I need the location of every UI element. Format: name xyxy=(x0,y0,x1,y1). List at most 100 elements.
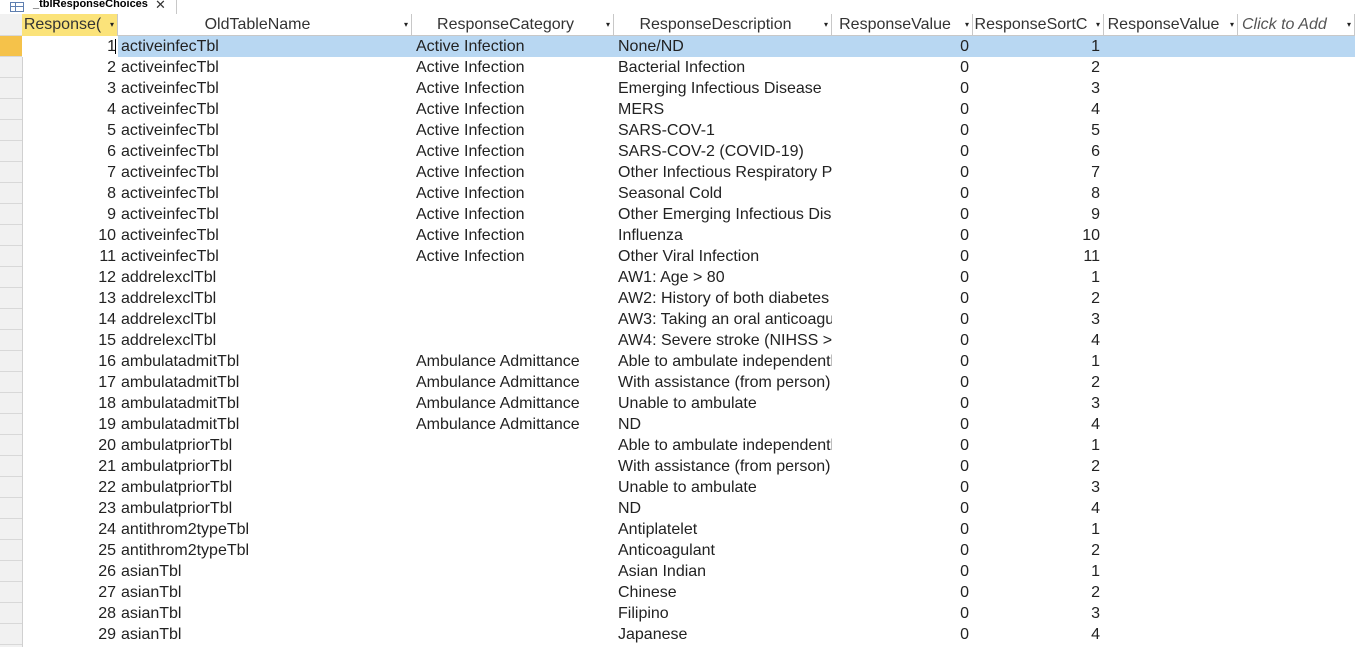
cell-response-value[interactable]: 0 xyxy=(832,78,973,99)
cell-response-value[interactable]: 0 xyxy=(832,561,973,582)
cell-response-value[interactable]: 0 xyxy=(832,120,973,141)
cell-response-category[interactable] xyxy=(412,288,614,309)
cell-response-description[interactable]: Other Viral Infection xyxy=(614,246,832,267)
column-header-response-id[interactable]: Response( ▾ xyxy=(22,14,118,36)
cell-response-description[interactable]: Bacterial Infection xyxy=(614,57,832,78)
cell-click-to-add[interactable] xyxy=(1238,561,1355,582)
record-selector[interactable] xyxy=(0,120,22,141)
cell-response-description[interactable]: Influenza xyxy=(614,225,832,246)
cell-response-category[interactable] xyxy=(412,498,614,519)
cell-response-category[interactable] xyxy=(412,309,614,330)
table-row[interactable]: 27 asianTbl Chinese 0 2 xyxy=(22,582,1355,603)
cell-response-id[interactable]: 12 xyxy=(22,267,118,288)
cell-click-to-add[interactable] xyxy=(1238,162,1355,183)
cell-response-id[interactable]: 13 xyxy=(22,288,118,309)
cell-response-value-type[interactable] xyxy=(1104,330,1238,351)
cell-response-id[interactable]: 5 xyxy=(22,120,118,141)
cell-old-table-name[interactable]: activeinfecTbl xyxy=(118,225,412,246)
cell-old-table-name[interactable]: asianTbl xyxy=(118,561,412,582)
cell-response-sort[interactable]: 3 xyxy=(973,393,1104,414)
cell-old-table-name[interactable]: activeinfecTbl xyxy=(118,99,412,120)
cell-response-description[interactable]: With assistance (from person) xyxy=(614,372,832,393)
cell-response-description[interactable]: MERS xyxy=(614,99,832,120)
cell-response-value[interactable]: 0 xyxy=(832,519,973,540)
cell-response-value[interactable]: 0 xyxy=(832,57,973,78)
cell-response-value-type[interactable] xyxy=(1104,414,1238,435)
chevron-down-icon[interactable]: ▾ xyxy=(1096,14,1100,36)
record-selector[interactable] xyxy=(0,183,22,204)
cell-response-value-type[interactable] xyxy=(1104,225,1238,246)
cell-response-value-type[interactable] xyxy=(1104,582,1238,603)
cell-response-description[interactable]: Able to ambulate independentl xyxy=(614,351,832,372)
cell-click-to-add[interactable] xyxy=(1238,582,1355,603)
cell-response-value-type[interactable] xyxy=(1104,36,1238,57)
cell-click-to-add[interactable] xyxy=(1238,330,1355,351)
cell-response-sort[interactable]: 2 xyxy=(973,540,1104,561)
table-row[interactable]: 29 asianTbl Japanese 0 4 xyxy=(22,624,1355,645)
cell-response-value-type[interactable] xyxy=(1104,120,1238,141)
cell-old-table-name[interactable]: ambulatpriorTbl xyxy=(118,456,412,477)
record-selector[interactable] xyxy=(0,561,22,582)
record-selector[interactable] xyxy=(0,372,22,393)
table-row[interactable]: 21 ambulatpriorTbl With assistance (from p… xyxy=(22,456,1355,477)
cell-response-value-type[interactable] xyxy=(1104,498,1238,519)
cell-click-to-add[interactable] xyxy=(1238,120,1355,141)
cell-response-sort[interactable]: 4 xyxy=(973,624,1104,645)
cell-click-to-add[interactable] xyxy=(1238,183,1355,204)
cell-response-category[interactable]: Active Infection xyxy=(412,183,614,204)
cell-response-id[interactable]: 10 xyxy=(22,225,118,246)
cell-response-value-type[interactable] xyxy=(1104,288,1238,309)
chevron-down-icon[interactable]: ▾ xyxy=(965,14,969,36)
cell-response-category[interactable]: Active Infection xyxy=(412,204,614,225)
cell-response-value[interactable]: 0 xyxy=(832,414,973,435)
cell-response-id[interactable]: 3 xyxy=(22,78,118,99)
record-selector[interactable] xyxy=(0,246,22,267)
cell-old-table-name[interactable]: activeinfecTbl xyxy=(118,120,412,141)
column-header-old-table-name[interactable]: OldTableName ▾ xyxy=(118,14,412,36)
record-selector[interactable] xyxy=(0,330,22,351)
cell-response-description[interactable]: SARS-COV-1 xyxy=(614,120,832,141)
cell-response-category[interactable]: Active Infection xyxy=(412,120,614,141)
cell-response-category[interactable]: Active Infection xyxy=(412,99,614,120)
cell-response-id[interactable]: 27 xyxy=(22,582,118,603)
cell-response-value-type[interactable] xyxy=(1104,78,1238,99)
column-header-response-value-type[interactable]: ResponseValue ▾ xyxy=(1104,14,1238,36)
column-header-response-sort[interactable]: ResponseSortC ▾ xyxy=(973,14,1104,36)
cell-click-to-add[interactable] xyxy=(1238,540,1355,561)
cell-response-id[interactable]: 22 xyxy=(22,477,118,498)
cell-old-table-name[interactable]: antithrom2typeTbl xyxy=(118,519,412,540)
cell-response-value-type[interactable] xyxy=(1104,477,1238,498)
cell-click-to-add[interactable] xyxy=(1238,372,1355,393)
record-selector[interactable] xyxy=(0,519,22,540)
cell-response-value-type[interactable] xyxy=(1104,99,1238,120)
cell-response-id[interactable]: 8 xyxy=(22,183,118,204)
record-selector[interactable] xyxy=(0,456,22,477)
cell-old-table-name[interactable]: activeinfecTbl xyxy=(118,162,412,183)
cell-response-description[interactable]: ND xyxy=(614,414,832,435)
table-row[interactable]: 11 activeinfecTbl Active Infection Other Vi… xyxy=(22,246,1355,267)
record-selector[interactable] xyxy=(0,57,22,78)
cell-old-table-name[interactable]: ambulatadmitTbl xyxy=(118,393,412,414)
close-icon[interactable]: ✕ xyxy=(155,0,166,12)
cell-click-to-add[interactable] xyxy=(1238,99,1355,120)
cell-response-sort[interactable]: 3 xyxy=(973,309,1104,330)
cell-response-category[interactable]: Active Infection xyxy=(412,36,614,57)
cell-response-id[interactable]: 14 xyxy=(22,309,118,330)
cell-response-sort[interactable]: 7 xyxy=(973,162,1104,183)
cell-old-table-name[interactable]: ambulatadmitTbl xyxy=(118,351,412,372)
cell-response-value[interactable]: 0 xyxy=(832,393,973,414)
cell-click-to-add[interactable] xyxy=(1238,393,1355,414)
table-row[interactable]: 3 activeinfecTbl Active Infection Emerging … xyxy=(22,78,1355,99)
record-selector[interactable] xyxy=(0,78,22,99)
cell-response-category[interactable]: Ambulance Admittance xyxy=(412,372,614,393)
cell-old-table-name[interactable]: ambulatpriorTbl xyxy=(118,477,412,498)
cell-response-sort[interactable]: 1 xyxy=(973,519,1104,540)
column-header-response-category[interactable]: ResponseCategory ▾ xyxy=(412,14,614,36)
record-selector[interactable] xyxy=(0,435,22,456)
cell-response-id[interactable]: 2 xyxy=(22,57,118,78)
cell-response-id[interactable]: 18 xyxy=(22,393,118,414)
cell-response-sort[interactable]: 4 xyxy=(973,99,1104,120)
table-row[interactable]: 19 ambulatadmitTbl Ambulance Admittance ND 0… xyxy=(22,414,1355,435)
cell-response-value[interactable]: 0 xyxy=(832,498,973,519)
cell-response-sort[interactable]: 3 xyxy=(973,603,1104,624)
